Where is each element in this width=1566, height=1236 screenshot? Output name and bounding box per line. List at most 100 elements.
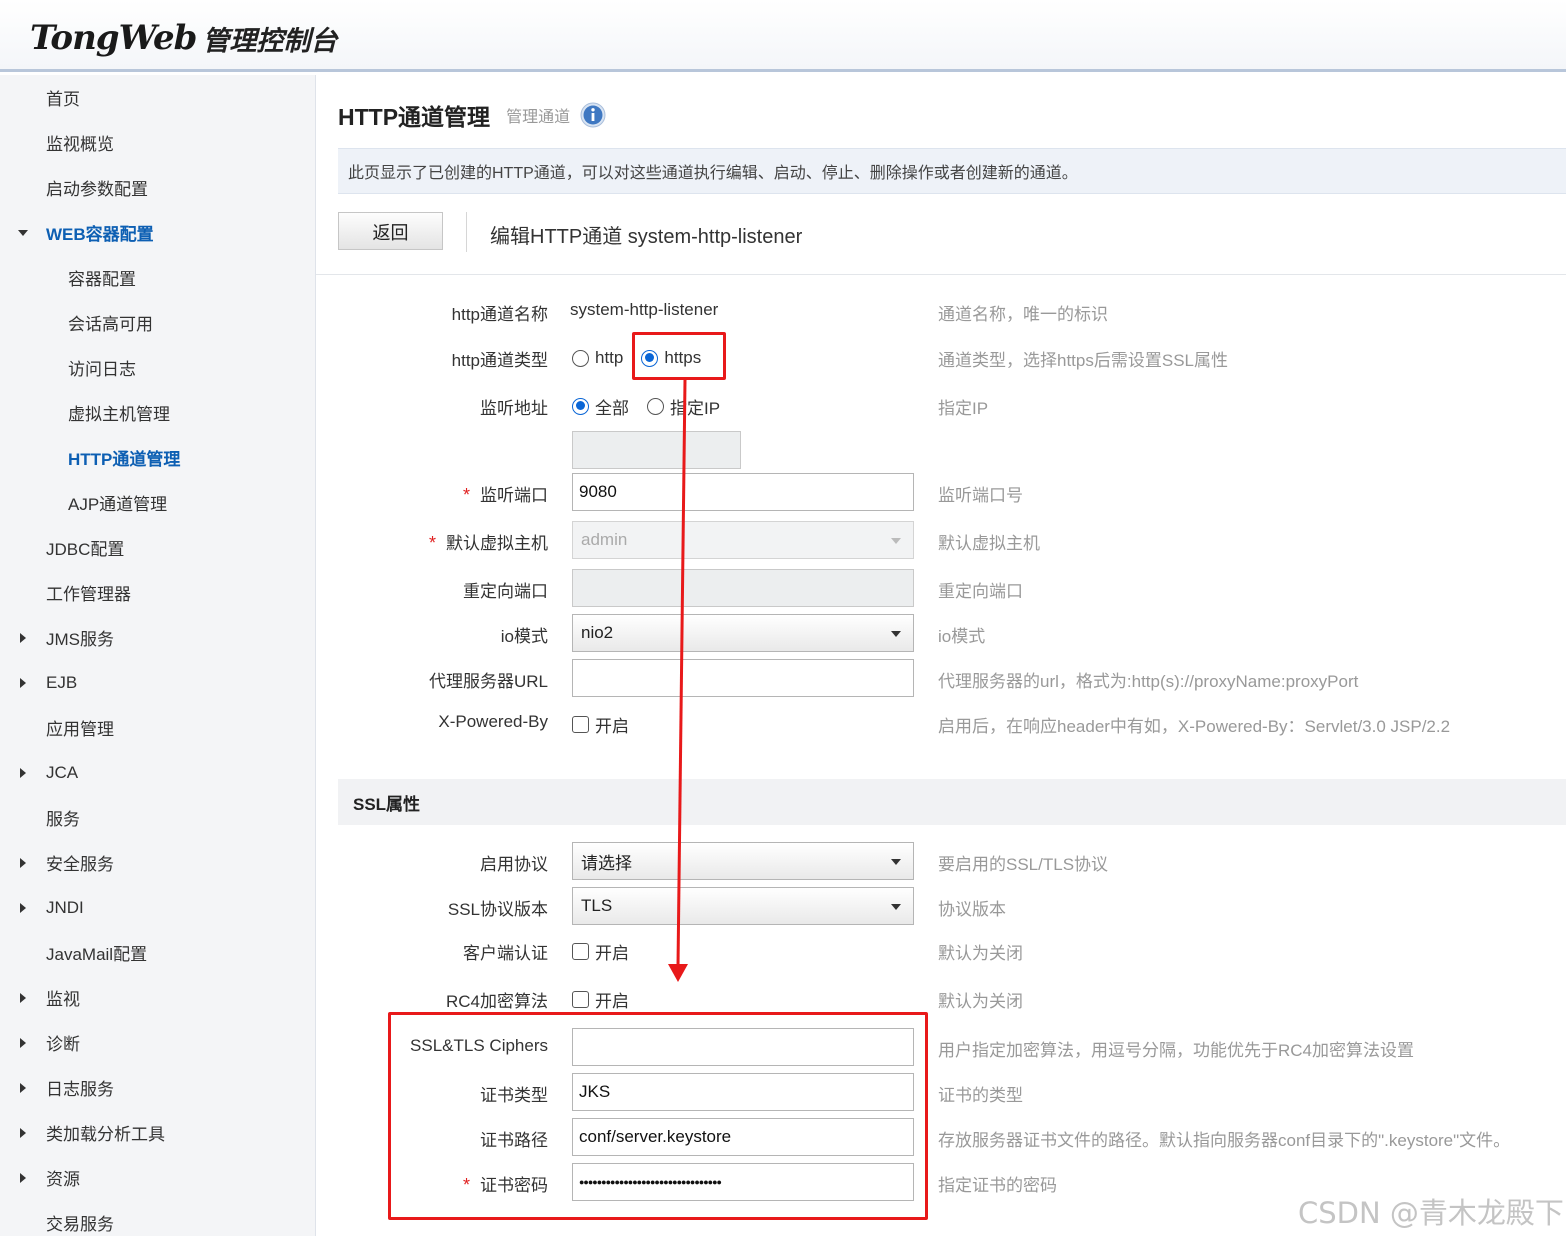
caret-right-icon[interactable] — [18, 767, 28, 778]
sidebar-item[interactable]: JavaMail配置 — [0, 930, 315, 975]
caret-down-icon[interactable] — [18, 229, 28, 236]
cert-path-input[interactable]: conf/server.keystore — [572, 1118, 914, 1156]
sidebar-item[interactable]: 类加载分析工具 — [0, 1110, 315, 1155]
radio-http[interactable]: http — [572, 348, 623, 368]
sidebar-item[interactable]: 启动参数配置 — [0, 165, 315, 210]
ssl-protocol-select[interactable]: 请选择 — [572, 842, 914, 880]
sidebar-item[interactable]: 容器配置 — [0, 255, 315, 300]
cert-type-input[interactable]: JKS — [572, 1073, 914, 1111]
cert-type-label: 证书类型 — [480, 1086, 548, 1105]
listen-port-input[interactable]: 9080 — [572, 473, 914, 511]
default-vhost-hint: 默认虚拟主机 — [938, 534, 1040, 553]
ciphers-input[interactable] — [572, 1028, 914, 1066]
radio-specific-ip-label: 指定IP — [670, 398, 721, 418]
channel-type-label: http通道类型 — [451, 351, 548, 370]
sidebar-item[interactable]: 监视概览 — [0, 120, 315, 165]
listen-port-hint: 监听端口号 — [938, 486, 1023, 505]
channel-type-hint: 通道类型，选择https后需设置SSL属性 — [938, 351, 1228, 370]
sidebar-item[interactable]: 会话高可用 — [0, 300, 315, 345]
client-auth-box[interactable] — [572, 942, 589, 960]
sidebar-item[interactable]: 交易服务 — [0, 1200, 315, 1236]
toolbar: 返回 编辑HTTP通道 system-http-listener — [316, 206, 1566, 275]
radio-all-label: 全部 — [595, 398, 629, 418]
redirect-port-input[interactable] — [572, 569, 914, 607]
sidebar-item[interactable]: JNDI — [0, 885, 315, 930]
x-powered-by-check-label: 开启 — [595, 716, 629, 736]
listen-port-label-text: 监听端口 — [480, 486, 548, 505]
caret-right-icon[interactable] — [18, 1082, 28, 1093]
caret-right-icon[interactable] — [18, 1127, 28, 1138]
sidebar-item-label: JMS服务 — [46, 630, 114, 649]
cert-password-input[interactable]: ●●●●●●●●●●●●●●●●●●●●●●●●●●●●●●●● — [572, 1163, 914, 1201]
x-powered-by-checkbox[interactable]: 开启 — [572, 704, 629, 744]
sidebar-item[interactable]: 服务 — [0, 795, 315, 840]
sidebar-item[interactable]: JDBC配置 — [0, 525, 315, 570]
tongweb-logo: TongWeb 管理控制台 — [30, 18, 337, 58]
row-cert-type: 证书类型 JKS 证书的类型 — [316, 1073, 1566, 1113]
x-powered-by-box[interactable] — [572, 715, 589, 733]
sidebar-item[interactable]: 安全服务 — [0, 840, 315, 885]
sidebar-item[interactable]: 监视 — [0, 975, 315, 1020]
sidebar-item[interactable]: 虚拟主机管理 — [0, 390, 315, 435]
proxy-url-input[interactable] — [572, 659, 914, 697]
x-powered-by-label: X-Powered-By — [438, 712, 548, 731]
sidebar-item-label: 监视 — [46, 990, 80, 1009]
client-auth-checkbox[interactable]: 开启 — [572, 931, 629, 971]
info-icon[interactable] — [580, 102, 606, 128]
listen-ip-input[interactable] — [572, 431, 741, 469]
row-channel-type: http通道类型 http https 通道类型，选择https后需设置SSL属… — [316, 338, 1566, 378]
sidebar-item[interactable]: JMS服务 — [0, 615, 315, 660]
default-vhost-select[interactable]: admin — [572, 521, 914, 559]
sidebar-item[interactable]: 应用管理 — [0, 705, 315, 750]
sidebar-item-label: JavaMail配置 — [46, 945, 148, 964]
sidebar-item[interactable]: WEB容器配置 — [0, 210, 315, 255]
sidebar-item[interactable]: AJP通道管理 — [0, 480, 315, 525]
caret-right-icon[interactable] — [18, 1037, 28, 1048]
sidebar-item-label: HTTP通道管理 — [68, 450, 181, 469]
radio-https[interactable]: https — [641, 348, 701, 368]
radio-all[interactable]: 全部 — [572, 394, 629, 419]
sidebar-item[interactable]: 资源 — [0, 1155, 315, 1200]
ssl-section-title: SSL属性 — [353, 794, 421, 814]
sidebar-nav: 首页监视概览 启动参数配置 WEB容器配置 容器配置 会话高可用 访问日志 虚拟主机管理 HT… — [0, 75, 316, 1236]
sidebar-item[interactable]: JCA — [0, 750, 315, 795]
logo-suffix: 管理控制台 — [202, 25, 338, 57]
row-ssl-protocol: 启用协议 请选择 要启用的SSL/TLS协议 — [316, 842, 1566, 882]
caret-right-icon[interactable] — [18, 857, 28, 868]
sidebar-item[interactable]: 工作管理器 — [0, 570, 315, 615]
sidebar-item[interactable]: 日志服务 — [0, 1065, 315, 1110]
caret-right-icon[interactable] — [18, 677, 28, 688]
ssl-protocol-hint: 要启用的SSL/TLS协议 — [938, 855, 1109, 874]
radio-https-dot[interactable] — [641, 349, 659, 367]
cert-type-hint: 证书的类型 — [938, 1086, 1023, 1105]
row-redirect-port: 重定向端口 重定向端口 — [316, 569, 1566, 609]
caret-right-icon[interactable] — [18, 902, 28, 913]
sidebar-item[interactable]: EJB — [0, 660, 315, 705]
caret-right-icon[interactable] — [18, 1172, 28, 1183]
row-proxy-url: 代理服务器URL 代理服务器的url，格式为:http(s)://proxyNa… — [316, 659, 1566, 699]
rc4-box[interactable] — [572, 990, 589, 1008]
radio-all-dot[interactable] — [572, 397, 589, 415]
listen-address-radios: 全部 指定IP — [572, 386, 734, 426]
sidebar-item[interactable]: HTTP通道管理 — [0, 435, 315, 480]
io-mode-select[interactable]: nio2 — [572, 614, 914, 652]
row-ciphers: SSL&TLS Ciphers 用户指定加密算法，用逗号分隔，功能优先于RC4加… — [316, 1028, 1566, 1068]
channel-name-hint: 通道名称，唯一的标识 — [938, 305, 1108, 324]
caret-right-icon[interactable] — [18, 632, 28, 643]
client-auth-label: 客户端认证 — [463, 944, 548, 963]
radio-http-dot[interactable] — [572, 349, 589, 367]
ssl-version-select[interactable]: TLS — [572, 887, 914, 925]
ciphers-label: SSL&TLS Ciphers — [410, 1036, 548, 1055]
sidebar-item[interactable]: 诊断 — [0, 1020, 315, 1065]
radio-specific-ip[interactable]: 指定IP — [647, 394, 720, 419]
sidebar-item[interactable]: 访问日志 — [0, 345, 315, 390]
chevron-down-icon — [891, 904, 901, 910]
rc4-hint: 默认为关闭 — [938, 992, 1023, 1011]
sidebar-item[interactable]: 首页 — [0, 75, 315, 120]
caret-right-icon[interactable] — [18, 992, 28, 1003]
radio-specific-ip-dot[interactable] — [647, 397, 664, 415]
channel-type-radios: http https — [572, 338, 715, 378]
rc4-checkbox[interactable]: 开启 — [572, 979, 629, 1019]
back-button[interactable]: 返回 — [338, 212, 443, 250]
sidebar-item-label: 首页 — [46, 90, 80, 109]
